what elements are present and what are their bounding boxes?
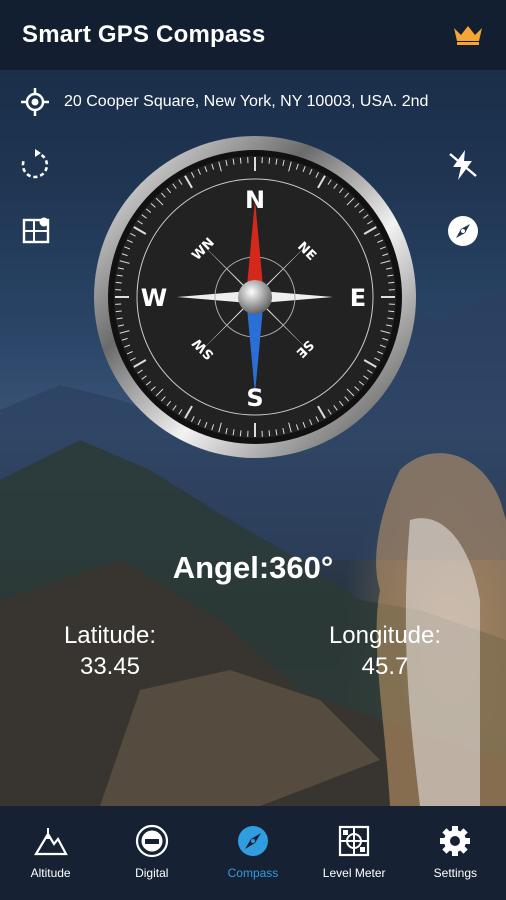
tick-mark <box>388 310 395 313</box>
refresh-icon[interactable] <box>18 148 52 182</box>
digital-dial-icon <box>135 824 168 858</box>
nav-level-meter[interactable]: Level Meter <box>309 824 399 880</box>
top-app-bar: Smart GPS Compass <box>0 0 506 70</box>
nav-settings[interactable]: Settings <box>410 824 500 880</box>
latitude-label: Latitude: <box>63 622 157 649</box>
bottom-nav: Altitude Digital Compass Level Meter Set… <box>0 806 506 900</box>
gear-icon <box>440 826 471 856</box>
tick-mark <box>268 157 271 164</box>
tick-mark <box>239 430 242 437</box>
tick-mark <box>115 310 122 313</box>
tick-mark <box>239 157 242 164</box>
angle-reading: Angel:360° <box>172 550 334 585</box>
mountain-icon <box>33 828 68 856</box>
cardinal-s: S <box>246 384 263 412</box>
tick-mark <box>388 281 395 284</box>
gps-target-icon[interactable] <box>20 87 50 117</box>
address-text: 20 Cooper Square, New York, NY 10003, US… <box>64 93 429 110</box>
app-title: Smart GPS Compass <box>22 21 266 48</box>
map-icon[interactable] <box>20 214 54 248</box>
cardinal-w: W <box>141 284 167 312</box>
compass-small-icon[interactable] <box>446 214 480 248</box>
tick-mark <box>115 281 122 284</box>
longitude-block: Longitude: 45.7 <box>310 620 460 682</box>
cardinal-n: N <box>245 186 265 214</box>
tick-mark <box>268 430 271 437</box>
level-meter-icon <box>339 825 370 857</box>
nav-compass[interactable]: Compass <box>208 824 298 880</box>
nav-altitude[interactable]: Altitude <box>6 824 96 880</box>
nav-digital[interactable]: Digital <box>107 824 197 880</box>
longitude-value: 45.7 <box>361 653 409 680</box>
compass-hub <box>238 280 272 314</box>
crown-icon[interactable] <box>452 24 484 46</box>
compass-dial[interactable]: N E S W NE SE SW WN <box>92 134 418 460</box>
cardinal-e: E <box>350 284 366 312</box>
location-bar: 20 Cooper Square, New York, NY 10003, US… <box>0 82 506 122</box>
flash-icon[interactable] <box>446 148 480 182</box>
latitude-value: 33.45 <box>79 653 141 680</box>
latitude-block: Latitude: 33.45 <box>40 620 180 682</box>
compass-icon <box>237 826 268 856</box>
longitude-label: Longitude: <box>328 622 442 649</box>
